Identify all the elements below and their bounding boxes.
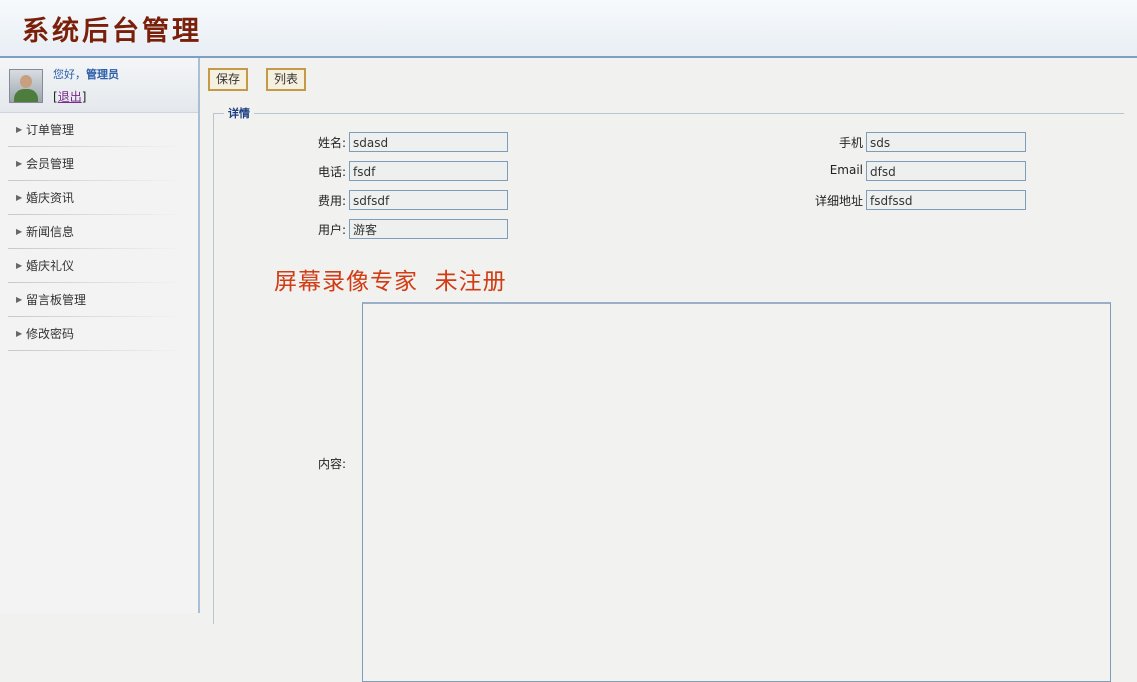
name-label: 姓名: xyxy=(317,136,346,150)
email-field[interactable]: dfsd xyxy=(866,161,1026,181)
triangle-right-icon: ▶ xyxy=(16,261,23,270)
fee-label: 费用: xyxy=(317,194,346,208)
name-field[interactable]: sdasd xyxy=(349,132,508,152)
sidebar-menu: ▶ 订单管理 ▶ 会员管理 ▶ 婚庆资讯 ▶ 新闻信息 ▶ 婚庆礼仪 ▶ 留言板管理 ▶ 修改… xyxy=(0,113,198,351)
mobile-label: 手机 xyxy=(838,136,863,150)
sidebar-item-label: 订单管理 xyxy=(26,123,75,137)
user-label: 用户: xyxy=(317,223,346,237)
save-button[interactable]: 保存 xyxy=(208,68,249,91)
fieldset-legend: 详情 xyxy=(224,105,254,121)
list-button[interactable]: 列表 xyxy=(266,68,307,91)
triangle-right-icon: ▶ xyxy=(16,125,23,134)
details-fieldset: 详情 姓名: sdasd 电话: fsdf 费用: sdfsdf 用户: 游客 … xyxy=(213,105,1124,682)
sidebar-item-label: 会员管理 xyxy=(26,157,75,171)
sidebar-item-label: 婚庆资讯 xyxy=(26,191,75,205)
sidebar-item-news-info[interactable]: ▶ 新闻信息 xyxy=(0,215,198,249)
greeting: 您好，管理员 xyxy=(53,66,119,82)
username: 管理员 xyxy=(86,68,119,81)
sidebar-item-wedding-news[interactable]: ▶ 婚庆资讯 xyxy=(0,181,198,215)
sidebar-item-label: 婚庆礼仪 xyxy=(26,259,75,273)
phone-field[interactable]: fsdf xyxy=(349,161,508,181)
sidebar-item-change-password[interactable]: ▶ 修改密码 xyxy=(0,317,198,351)
mobile-field[interactable]: sds xyxy=(866,132,1026,152)
email-label: Email xyxy=(829,163,863,177)
triangle-right-icon: ▶ xyxy=(16,329,23,338)
sidebar-item-label: 留言板管理 xyxy=(26,293,87,307)
triangle-right-icon: ▶ xyxy=(16,193,23,202)
triangle-right-icon: ▶ xyxy=(16,295,23,304)
phone-label: 电话: xyxy=(317,165,346,179)
logout-row: [退出] xyxy=(53,88,86,105)
greeting-text: 您好， xyxy=(53,68,86,81)
content-label: 内容: xyxy=(317,457,346,471)
triangle-right-icon: ▶ xyxy=(16,159,23,168)
app-title: 系统后台管理 xyxy=(22,16,202,47)
sidebar-item-wedding-etiquette[interactable]: ▶ 婚庆礼仪 xyxy=(0,249,198,283)
header-bar: 系统后台管理 xyxy=(0,0,1137,58)
logout-link[interactable]: 退出 xyxy=(58,90,82,104)
sidebar-item-message-board[interactable]: ▶ 留言板管理 xyxy=(0,283,198,317)
user-field[interactable]: 游客 xyxy=(349,219,508,239)
main-content: 保存 列表 详情 姓名: sdasd 电话: fsdf 费用: sdfsdf 用… xyxy=(200,58,1137,682)
address-label: 详细地址 xyxy=(814,194,863,208)
sidebar-item-label: 新闻信息 xyxy=(26,225,75,239)
sidebar: 您好，管理员 [退出] ▶ 订单管理 ▶ 会员管理 ▶ 婚庆资讯 ▶ 新闻信息 ▶ 婚庆礼… xyxy=(0,58,200,613)
sidebar-item-label: 修改密码 xyxy=(26,327,75,341)
watermark-text: 屏幕录像专家 未注册 xyxy=(274,269,507,295)
content-textarea[interactable] xyxy=(362,302,1111,682)
triangle-right-icon: ▶ xyxy=(16,227,23,236)
user-panel: 您好，管理员 [退出] xyxy=(0,58,198,113)
address-field[interactable]: fsdfssd xyxy=(866,190,1026,210)
sidebar-item-member-management[interactable]: ▶ 会员管理 xyxy=(0,147,198,181)
logout-bracket-close: ] xyxy=(81,90,87,104)
avatar xyxy=(9,69,43,103)
fee-field[interactable]: sdfsdf xyxy=(349,190,508,210)
sidebar-item-order-management[interactable]: ▶ 订单管理 xyxy=(0,113,198,147)
